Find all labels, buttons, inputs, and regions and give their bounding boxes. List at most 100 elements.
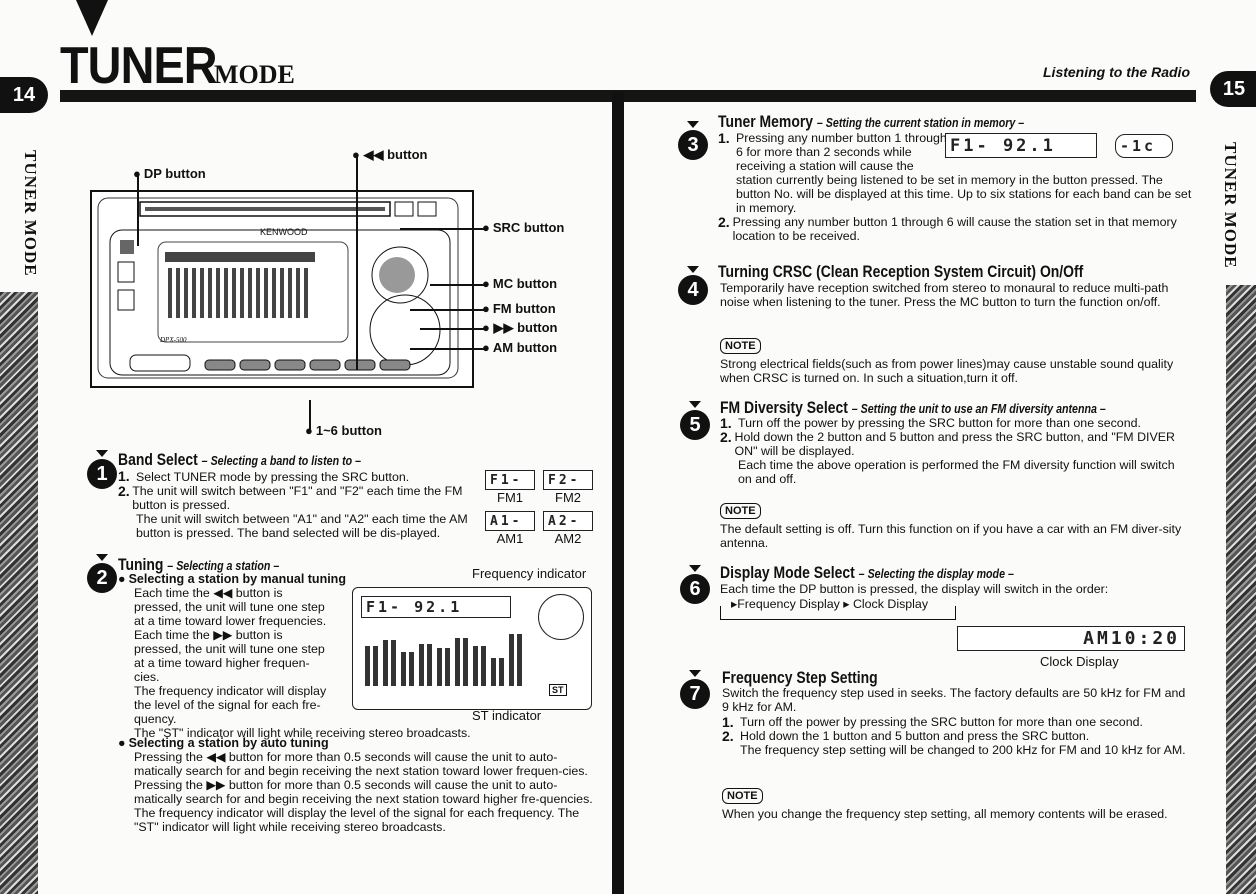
step-number-7: 7 <box>680 670 710 709</box>
side-label-right: TUNER MODE <box>1221 142 1240 269</box>
heading-subtitle: – Selecting the display mode – <box>858 566 1014 581</box>
section-7-steps: 1. Turn off the power by pressing the SRC… <box>722 715 1192 757</box>
label-next-button: ● ▶▶ button <box>482 320 558 335</box>
step-text: The unit will switch between "A1" and "A… <box>136 512 468 540</box>
header-bar <box>60 90 1196 102</box>
float-space <box>953 131 1198 173</box>
section-heading: Display Mode Select – Selecting the disp… <box>720 563 1014 583</box>
heading-title: Display Mode Select <box>720 563 855 582</box>
leader-mc <box>430 284 485 286</box>
label-am-button: AM button <box>482 340 557 355</box>
step-text: Pressing any number button 1 through 6 w… <box>732 215 1177 243</box>
leader-src <box>400 228 485 230</box>
section-heading: Turning CRSC (Clean Reception System Cir… <box>718 262 1084 281</box>
lcd-clock: AM10:20 <box>957 626 1185 651</box>
leader-prev <box>356 155 358 370</box>
note-text: Strong electrical fields(such as from po… <box>720 357 1174 385</box>
display-cycle: ▸Frequency Display ▸ Clock Display <box>728 597 932 611</box>
freq-step-body: Switch the frequency step used in seeks.… <box>722 686 1186 714</box>
step-text: Pressing any number button 1 through 6 f… <box>736 131 1198 215</box>
leader-dp <box>137 176 139 246</box>
display-mode-body: Each time the DP button is pressed, the … <box>720 582 1109 596</box>
brand-logo: KENWOOD <box>260 227 308 237</box>
scan-edge-left <box>0 292 38 894</box>
note-badge: NOTE <box>720 338 761 354</box>
subheading-auto: Selecting a station by auto tuning <box>118 736 329 750</box>
indicator-dial <box>538 594 584 640</box>
section-heading: FM Diversity Select – Setting the unit t… <box>720 398 1106 418</box>
step-number-4: 4 <box>678 266 708 305</box>
step-text: Hold down the 2 button and 5 button and … <box>734 430 1175 458</box>
lcd-fm1: F1- <box>485 470 535 490</box>
step-number-3: 3 <box>678 121 708 160</box>
step-text: Turn off the power by pressing the SRC b… <box>740 715 1143 729</box>
heading-subtitle: – Setting the unit to use an FM diversit… <box>851 401 1106 416</box>
section-heading: Band Select – Selecting a band to listen… <box>118 450 361 470</box>
note-badge: NOTE <box>722 788 763 804</box>
heading-title: FM Diversity Select <box>720 398 848 417</box>
label-dp-button: DP button <box>133 166 206 181</box>
frequency-indicator-display: F1- 92.1 ST <box>352 587 592 710</box>
heading-subtitle: – Selecting a band to listen to – <box>201 453 362 468</box>
label-mc-button: MC button <box>482 276 557 291</box>
band-displays: F1- FM1 F2- FM2 A1- AM1 A2- AM2 <box>485 470 595 546</box>
section-3-steps: 1. Pressing any number button 1 through 6… <box>718 131 1198 243</box>
level-bars <box>365 634 522 686</box>
line: quency. <box>134 712 177 726</box>
section-title: Listening to the Radio <box>1043 64 1190 80</box>
step-number-1: 1 <box>87 450 117 489</box>
label-frequency-indicator: Frequency indicator <box>472 566 587 581</box>
page-marker-triangle <box>76 0 108 36</box>
cycle-item: Frequency Display <box>737 597 840 611</box>
step-number-2: 2 <box>87 554 117 593</box>
step-number-5: 5 <box>680 401 710 440</box>
side-label-left: TUNER MODE <box>21 150 40 277</box>
note-text: The default setting is off. Turn this fu… <box>720 522 1182 550</box>
label-text: button <box>387 147 428 162</box>
scan-edge-right <box>1226 285 1256 894</box>
note-text: When you change the frequency step setti… <box>722 807 1168 821</box>
step-text: The frequency step setting will be chang… <box>740 743 1186 757</box>
subheading-manual: Selecting a station by manual tuning <box>118 572 346 586</box>
crsc-body: Temporarily have reception switched from… <box>720 281 1169 309</box>
auto-tuning-text: Pressing the ◀◀ button for more than 0.5… <box>134 750 593 834</box>
step-text: Each time the above operation is perform… <box>738 458 1175 486</box>
step-text: Turn off the power by pressing the SRC b… <box>738 416 1141 430</box>
heading-subtitle: – Setting the current station in memory … <box>816 115 1025 130</box>
section-heading: Frequency Step Setting <box>722 668 878 687</box>
st-indicator: ST <box>549 684 567 696</box>
page-title: TUNER <box>60 37 218 95</box>
lcd-am1: A1- <box>485 511 535 531</box>
head-unit-illustration: KENWOOD DPX-500 <box>90 190 475 390</box>
label-preset-buttons: 1~6 button <box>305 423 382 438</box>
section-5-steps: 1. Turn off the power by pressing the SRC… <box>720 416 1190 486</box>
caption: FM1 <box>497 490 523 505</box>
lcd-am2: A2- <box>543 511 593 531</box>
clock-display-caption: Clock Display <box>1040 654 1119 669</box>
label-text: button <box>517 320 558 335</box>
heading-title: Tuner Memory <box>718 112 814 131</box>
heading-title: Band Select <box>118 450 198 469</box>
label-fm-button: FM button <box>482 301 556 316</box>
leader-next <box>420 328 485 330</box>
lcd-frequency: F1- 92.1 <box>361 596 511 618</box>
page-spine <box>612 92 624 894</box>
cycle-item: Clock Display <box>852 597 929 611</box>
leader-fm <box>410 309 485 311</box>
lcd-fm2: F2- <box>543 470 593 490</box>
label-src-button: SRC button <box>482 220 564 235</box>
caption: AM2 <box>554 531 582 546</box>
step-text: The unit will switch between "F1" and "F… <box>132 484 463 512</box>
page-number-right: 15 <box>1210 71 1256 107</box>
heading-subtitle: – Selecting a station – <box>167 558 280 573</box>
caption: FM2 <box>555 490 581 505</box>
step-text: Hold down the 1 button and 5 button and … <box>740 729 1090 743</box>
note-badge: NOTE <box>720 503 761 519</box>
step-number-6: 6 <box>680 565 710 604</box>
leader-am <box>410 348 485 350</box>
label-prev-button: ● ◀◀ button <box>352 147 428 162</box>
model-name: DPX-500 <box>160 336 187 344</box>
caption: AM1 <box>496 531 524 546</box>
step-text: Select TUNER mode by pressing the SRC bu… <box>136 470 410 484</box>
section-heading: Tuner Memory – Setting the current stati… <box>718 112 1024 132</box>
